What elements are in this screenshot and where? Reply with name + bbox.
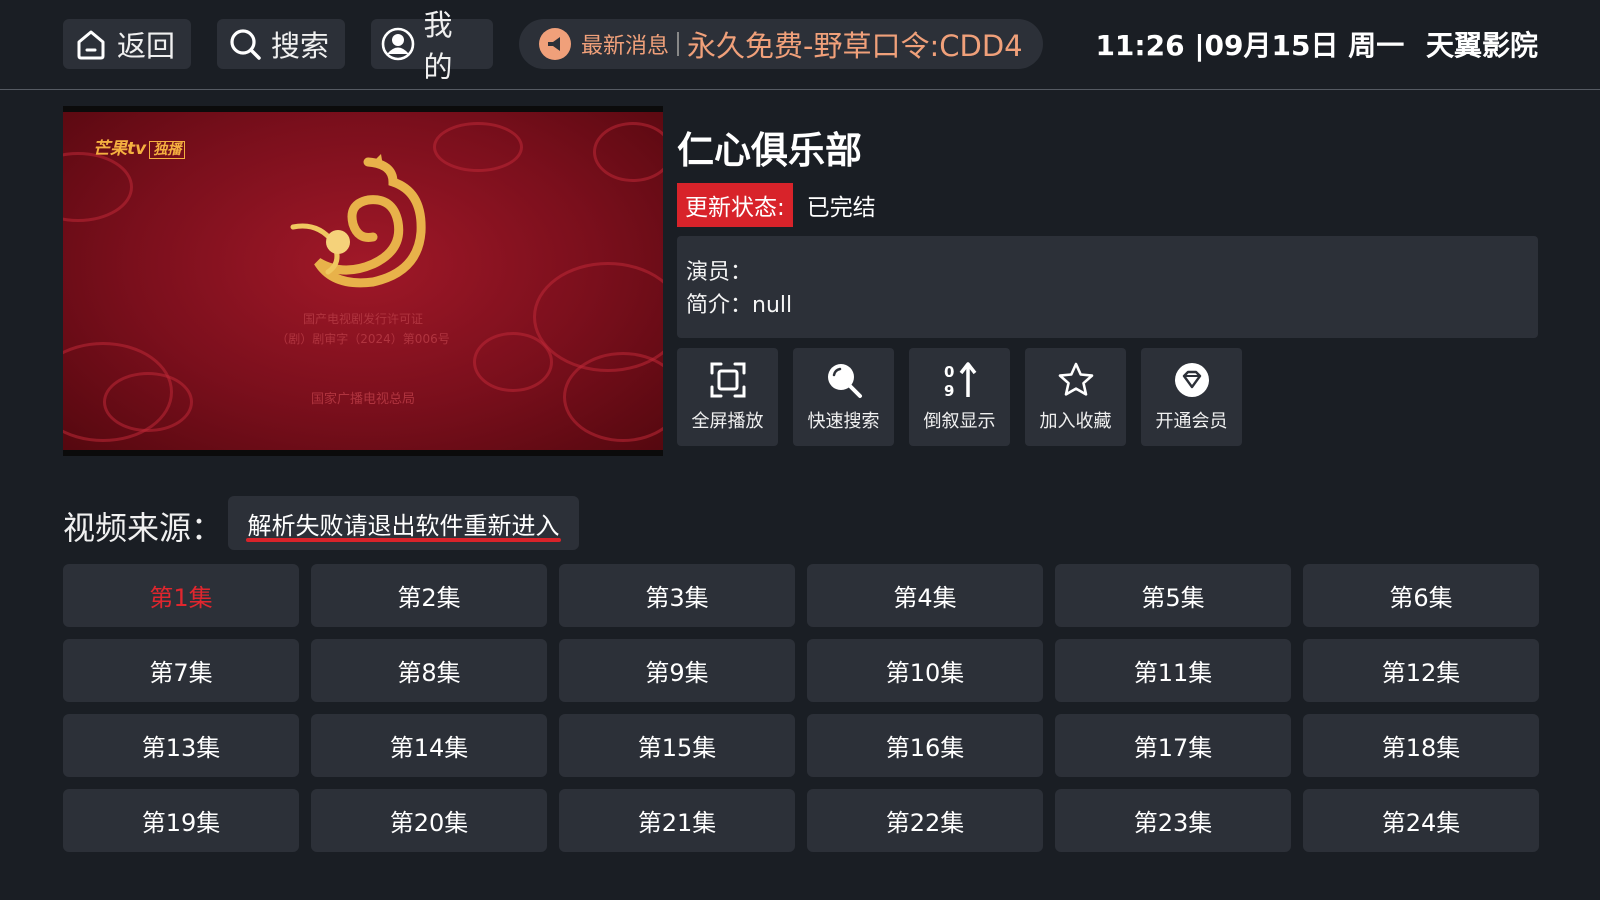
news-divider <box>677 32 680 56</box>
episode-button[interactable]: 第2集 <box>311 564 547 627</box>
top-bar: 返回 搜索 我的 最新消息 永久免费-野草口令:CDD4 11:26 |09月1… <box>0 0 1600 90</box>
status-clock: 11:26 |09月15日 周一 天翼影院 <box>1095 24 1538 64</box>
fullscreen-icon <box>709 361 747 399</box>
quick-search-label: 快速搜索 <box>807 411 880 432</box>
episode-button[interactable]: 第13集 <box>63 714 299 777</box>
search-icon <box>227 26 263 62</box>
episode-button[interactable]: 第9集 <box>559 639 795 702</box>
show-title: 仁心俱乐部 <box>677 129 862 172</box>
intro-line: 简介：null <box>686 293 793 318</box>
back-button[interactable]: 返回 <box>63 19 191 69</box>
episode-button[interactable]: 第18集 <box>1303 714 1539 777</box>
news-ticker[interactable]: 最新消息 永久免费-野草口令:CDD4 <box>519 19 1043 69</box>
reverse-order-label: 倒叙显示 <box>923 411 996 432</box>
svg-text:9: 9 <box>944 382 954 399</box>
quick-search-button[interactable]: 快速搜索 <box>793 348 894 446</box>
profile-button[interactable]: 我的 <box>371 8 493 84</box>
issuer-text: 国家广播电视总局 <box>310 392 415 407</box>
episode-button[interactable]: 第5集 <box>1055 564 1291 627</box>
episode-button[interactable]: 第22集 <box>807 789 1043 852</box>
mango-tv-logo: 芒果tv 独播 <box>93 134 186 159</box>
poster-image: 芒果tv 独播 国产电视剧发行许可证 （剧）剧审字（2024）第006号 国家广播… <box>63 112 663 450</box>
sort-icon: 09 <box>941 361 979 399</box>
episode-button[interactable]: 第19集 <box>63 789 299 852</box>
diamond-icon <box>1173 361 1211 399</box>
episode-button[interactable]: 第11集 <box>1055 639 1291 702</box>
news-message: 永久免费-野草口令:CDD4 <box>687 29 1023 63</box>
news-tag: 最新消息 <box>581 34 670 59</box>
episode-button[interactable]: 第8集 <box>311 639 547 702</box>
episode-button[interactable]: 第6集 <box>1303 564 1539 627</box>
episode-button[interactable]: 第14集 <box>311 714 547 777</box>
episode-button[interactable]: 第3集 <box>559 564 795 627</box>
episode-button[interactable]: 第10集 <box>807 639 1043 702</box>
reverse-order-button[interactable]: 09 倒叙显示 <box>909 348 1010 446</box>
action-bar: 全屏播放 快速搜索 09 倒叙显示 加入收藏 开通会员 <box>677 348 1242 446</box>
search-icon <box>825 361 863 399</box>
fullscreen-label: 全屏播放 <box>691 411 764 432</box>
episode-button[interactable]: 第12集 <box>1303 639 1539 702</box>
megaphone-icon <box>539 28 571 60</box>
source-value: 解析失败请退出软件重新进入 <box>247 511 560 540</box>
episode-button[interactable]: 第7集 <box>63 639 299 702</box>
license-line-2: （剧）剧审字（2024）第006号 <box>276 332 450 346</box>
episode-button[interactable]: 第4集 <box>807 564 1043 627</box>
episode-button[interactable]: 第23集 <box>1055 789 1291 852</box>
license-line-1: 国产电视剧发行许可证 <box>302 312 423 326</box>
update-status: 更新状态: 已完结 <box>677 183 876 227</box>
episode-button[interactable]: 第16集 <box>807 714 1043 777</box>
star-icon <box>1057 361 1095 399</box>
source-selector[interactable]: 解析失败请退出软件重新进入 <box>228 496 579 550</box>
status-label: 更新状态: <box>677 183 793 227</box>
actors-line: 演员： <box>686 260 753 285</box>
search-label: 搜索 <box>271 29 330 63</box>
home-icon <box>73 26 109 62</box>
back-label: 返回 <box>117 29 176 63</box>
app-name: 天翼影院 <box>1425 29 1538 62</box>
vip-label: 开通会员 <box>1155 411 1228 432</box>
dragon-emblem-icon <box>273 152 443 306</box>
episode-grid: 第1集 第2集 第3集 第4集 第5集 第6集 第7集 第8集 第9集 第10集 第11集 第12集第… <box>63 564 1539 852</box>
episode-button[interactable]: 第1集 <box>63 564 299 627</box>
add-favorite-label: 加入收藏 <box>1039 411 1112 432</box>
vip-button[interactable]: 开通会员 <box>1141 348 1242 446</box>
source-label: 视频来源： <box>63 509 224 547</box>
search-button[interactable]: 搜索 <box>217 19 345 69</box>
video-preview[interactable]: 芒果tv 独播 国产电视剧发行许可证 （剧）剧审字（2024）第006号 国家广播… <box>63 106 663 456</box>
episode-button[interactable]: 第24集 <box>1303 789 1539 852</box>
profile-label: 我的 <box>423 8 453 84</box>
info-panel: 演员： 简介：null <box>677 236 1538 338</box>
episode-button[interactable]: 第15集 <box>559 714 795 777</box>
user-icon <box>381 26 415 62</box>
fullscreen-button[interactable]: 全屏播放 <box>677 348 778 446</box>
source-underline <box>246 538 561 542</box>
add-favorite-button[interactable]: 加入收藏 <box>1025 348 1126 446</box>
episode-button[interactable]: 第17集 <box>1055 714 1291 777</box>
episode-button[interactable]: 第20集 <box>311 789 547 852</box>
svg-text:0: 0 <box>944 363 954 381</box>
status-value: 已完结 <box>806 195 876 221</box>
episode-button[interactable]: 第21集 <box>559 789 795 852</box>
date-time: 11:26 |09月15日 周一 <box>1095 29 1405 62</box>
